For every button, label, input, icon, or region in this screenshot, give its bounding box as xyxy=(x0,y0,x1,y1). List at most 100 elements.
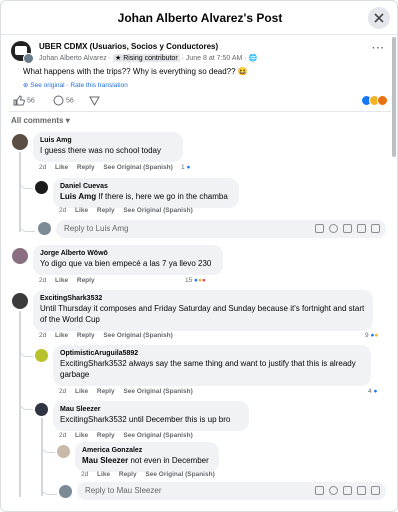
reply-link[interactable]: Reply xyxy=(97,388,115,395)
avatar[interactable] xyxy=(35,349,48,362)
see-original-link[interactable]: See original xyxy=(30,82,64,89)
avatar[interactable] xyxy=(12,134,28,150)
see-original-link[interactable]: See Original (Spanish) xyxy=(123,207,192,214)
avatar-sticker-icon[interactable] xyxy=(315,486,324,495)
comment-meta: 2d Like Reply See Original (Spanish) xyxy=(39,164,180,171)
comment-action[interactable]: 56 xyxy=(53,95,74,106)
reply-link[interactable]: Reply xyxy=(77,332,95,339)
post-meta: Johan Alberto Alvarez · ★ Rising contrib… xyxy=(39,54,258,62)
comment-bubble: America Gonzalez Mau Sleezer not even in… xyxy=(75,442,219,472)
avatar[interactable] xyxy=(57,445,70,458)
avatar-sticker-icon[interactable] xyxy=(315,224,324,233)
like-link[interactable]: Like xyxy=(75,207,88,214)
more-options-button[interactable]: ··· xyxy=(372,43,385,54)
angry-reaction-icon xyxy=(377,95,388,106)
author-avatar[interactable] xyxy=(23,53,34,64)
reply-link[interactable]: Reply xyxy=(97,207,115,214)
comment-author[interactable]: Daniel Cuevas xyxy=(60,183,232,190)
post-date[interactable]: June 8 at 7:50 AM xyxy=(186,55,242,62)
see-original-link[interactable]: See Original (Spanish) xyxy=(123,432,192,439)
reply-link[interactable]: Reply xyxy=(77,277,95,284)
comment-time[interactable]: 2d xyxy=(59,207,66,214)
like-link[interactable]: Like xyxy=(55,164,68,171)
mention-link[interactable]: Mau Sleezer xyxy=(82,456,128,465)
comment-text: If there is, here we go in the chamba xyxy=(98,192,228,201)
like-link[interactable]: Like xyxy=(97,471,110,478)
reply-link[interactable]: Reply xyxy=(77,164,95,171)
post-actions: 56 56 xyxy=(13,95,389,109)
close-button[interactable] xyxy=(368,7,390,29)
like-link[interactable]: Like xyxy=(55,332,68,339)
dialog-title: Johan Alberto Alvarez's Post xyxy=(117,11,283,25)
scrollbar[interactable] xyxy=(392,37,396,157)
comment-bubble: Jorge Alberto Wōwō Yo digo que va bien e… xyxy=(33,245,223,275)
gif-icon[interactable] xyxy=(357,224,366,233)
avatar[interactable] xyxy=(59,485,72,498)
post-author[interactable]: Johan Alberto Alvarez xyxy=(39,55,107,62)
reaction-count[interactable]: 9 ●● xyxy=(365,332,378,339)
love-reaction-icon: ● xyxy=(201,277,206,284)
emoji-icon[interactable] xyxy=(329,224,338,233)
avatar[interactable] xyxy=(38,222,51,235)
comment-author[interactable]: America Gonzalez xyxy=(82,447,212,454)
divider xyxy=(9,111,391,112)
reaction-count[interactable]: 15 ●●● xyxy=(185,277,206,284)
camera-icon[interactable] xyxy=(343,486,352,495)
avatar[interactable] xyxy=(12,293,28,309)
thread-curve xyxy=(19,222,35,232)
see-original-link[interactable]: See Original (Spanish) xyxy=(123,388,192,395)
comment-author[interactable]: Mau Sleezer xyxy=(60,406,242,413)
like-reaction-icon: ● xyxy=(373,388,378,395)
emoji-icon[interactable] xyxy=(329,486,338,495)
reply-input[interactable]: Reply to Luis Amg xyxy=(56,220,386,238)
group-name[interactable]: UBER CDMX (Usuarios, Socios y Conductore… xyxy=(39,42,218,51)
reaction-count[interactable]: 1 ● xyxy=(181,164,190,171)
comment-bubble: Mau Sleezer ExcitingShark3532 until Dece… xyxy=(53,401,249,431)
rising-contributor-badge: ★ Rising contributor xyxy=(112,54,180,62)
post-dialog: Johan Alberto Alvarez's Post UBER CDMX (… xyxy=(0,0,398,512)
sticker-icon[interactable] xyxy=(371,224,380,233)
camera-icon[interactable] xyxy=(343,224,352,233)
comment-time[interactable]: 2d xyxy=(59,388,66,395)
thread-curve xyxy=(41,485,57,495)
avatar[interactable] xyxy=(35,181,48,194)
comment-icon xyxy=(53,95,64,106)
all-comments-filter[interactable]: All comments ▾ xyxy=(11,116,70,125)
comment-bubble: Luis Amg I guess there was no school tod… xyxy=(33,132,183,162)
reaction-count[interactable]: 4 ● xyxy=(368,388,377,395)
mention-link[interactable]: Luis Amg xyxy=(60,192,96,201)
comment-time[interactable]: 2d xyxy=(39,332,46,339)
like-action[interactable]: 56 xyxy=(13,95,35,106)
comment-text: I guess there was no school today xyxy=(40,146,161,155)
reactions-summary[interactable] xyxy=(361,95,389,107)
reply-input[interactable]: Reply to Mau Sleezer xyxy=(77,482,386,500)
comment-time[interactable]: 2d xyxy=(81,471,88,478)
thread-line xyxy=(19,152,21,232)
comment-author[interactable]: Jorge Alberto Wōwō xyxy=(40,250,216,257)
reply-link[interactable]: Reply xyxy=(97,432,115,439)
avatar[interactable] xyxy=(35,403,48,416)
see-original-link[interactable]: See Original (Spanish) xyxy=(145,471,214,478)
comment-bubble: Daniel Cuevas Luis Amg If there is, here… xyxy=(53,178,239,208)
reply-link[interactable]: Reply xyxy=(119,471,137,478)
like-link[interactable]: Like xyxy=(75,388,88,395)
sticker-icon[interactable] xyxy=(371,486,380,495)
see-original-link[interactable]: See Original (Spanish) xyxy=(103,332,172,339)
like-link[interactable]: Like xyxy=(55,277,68,284)
comment-author[interactable]: OptimisticAruguila5892 xyxy=(60,350,364,357)
comment-author[interactable]: ExcitingShark3532 xyxy=(40,295,366,302)
comment-meta: 2d Like Reply See Original (Spanish) xyxy=(59,432,200,439)
rate-translation-link[interactable]: Rate this translation xyxy=(70,82,127,89)
see-original-link[interactable]: See Original (Spanish) xyxy=(103,164,172,171)
avatar[interactable] xyxy=(12,248,28,264)
share-action[interactable] xyxy=(89,95,100,107)
comment-time[interactable]: 2d xyxy=(59,432,66,439)
composer-icons xyxy=(310,224,380,235)
gif-icon[interactable] xyxy=(357,486,366,495)
comment-time[interactable]: 2d xyxy=(39,164,46,171)
comment-author[interactable]: Luis Amg xyxy=(40,137,176,144)
comment-meta: 2d Like Reply xyxy=(39,277,102,284)
comment-meta: 2d Like Reply See Original (Spanish) xyxy=(59,388,200,395)
like-link[interactable]: Like xyxy=(75,432,88,439)
comment-time[interactable]: 2d xyxy=(39,277,46,284)
